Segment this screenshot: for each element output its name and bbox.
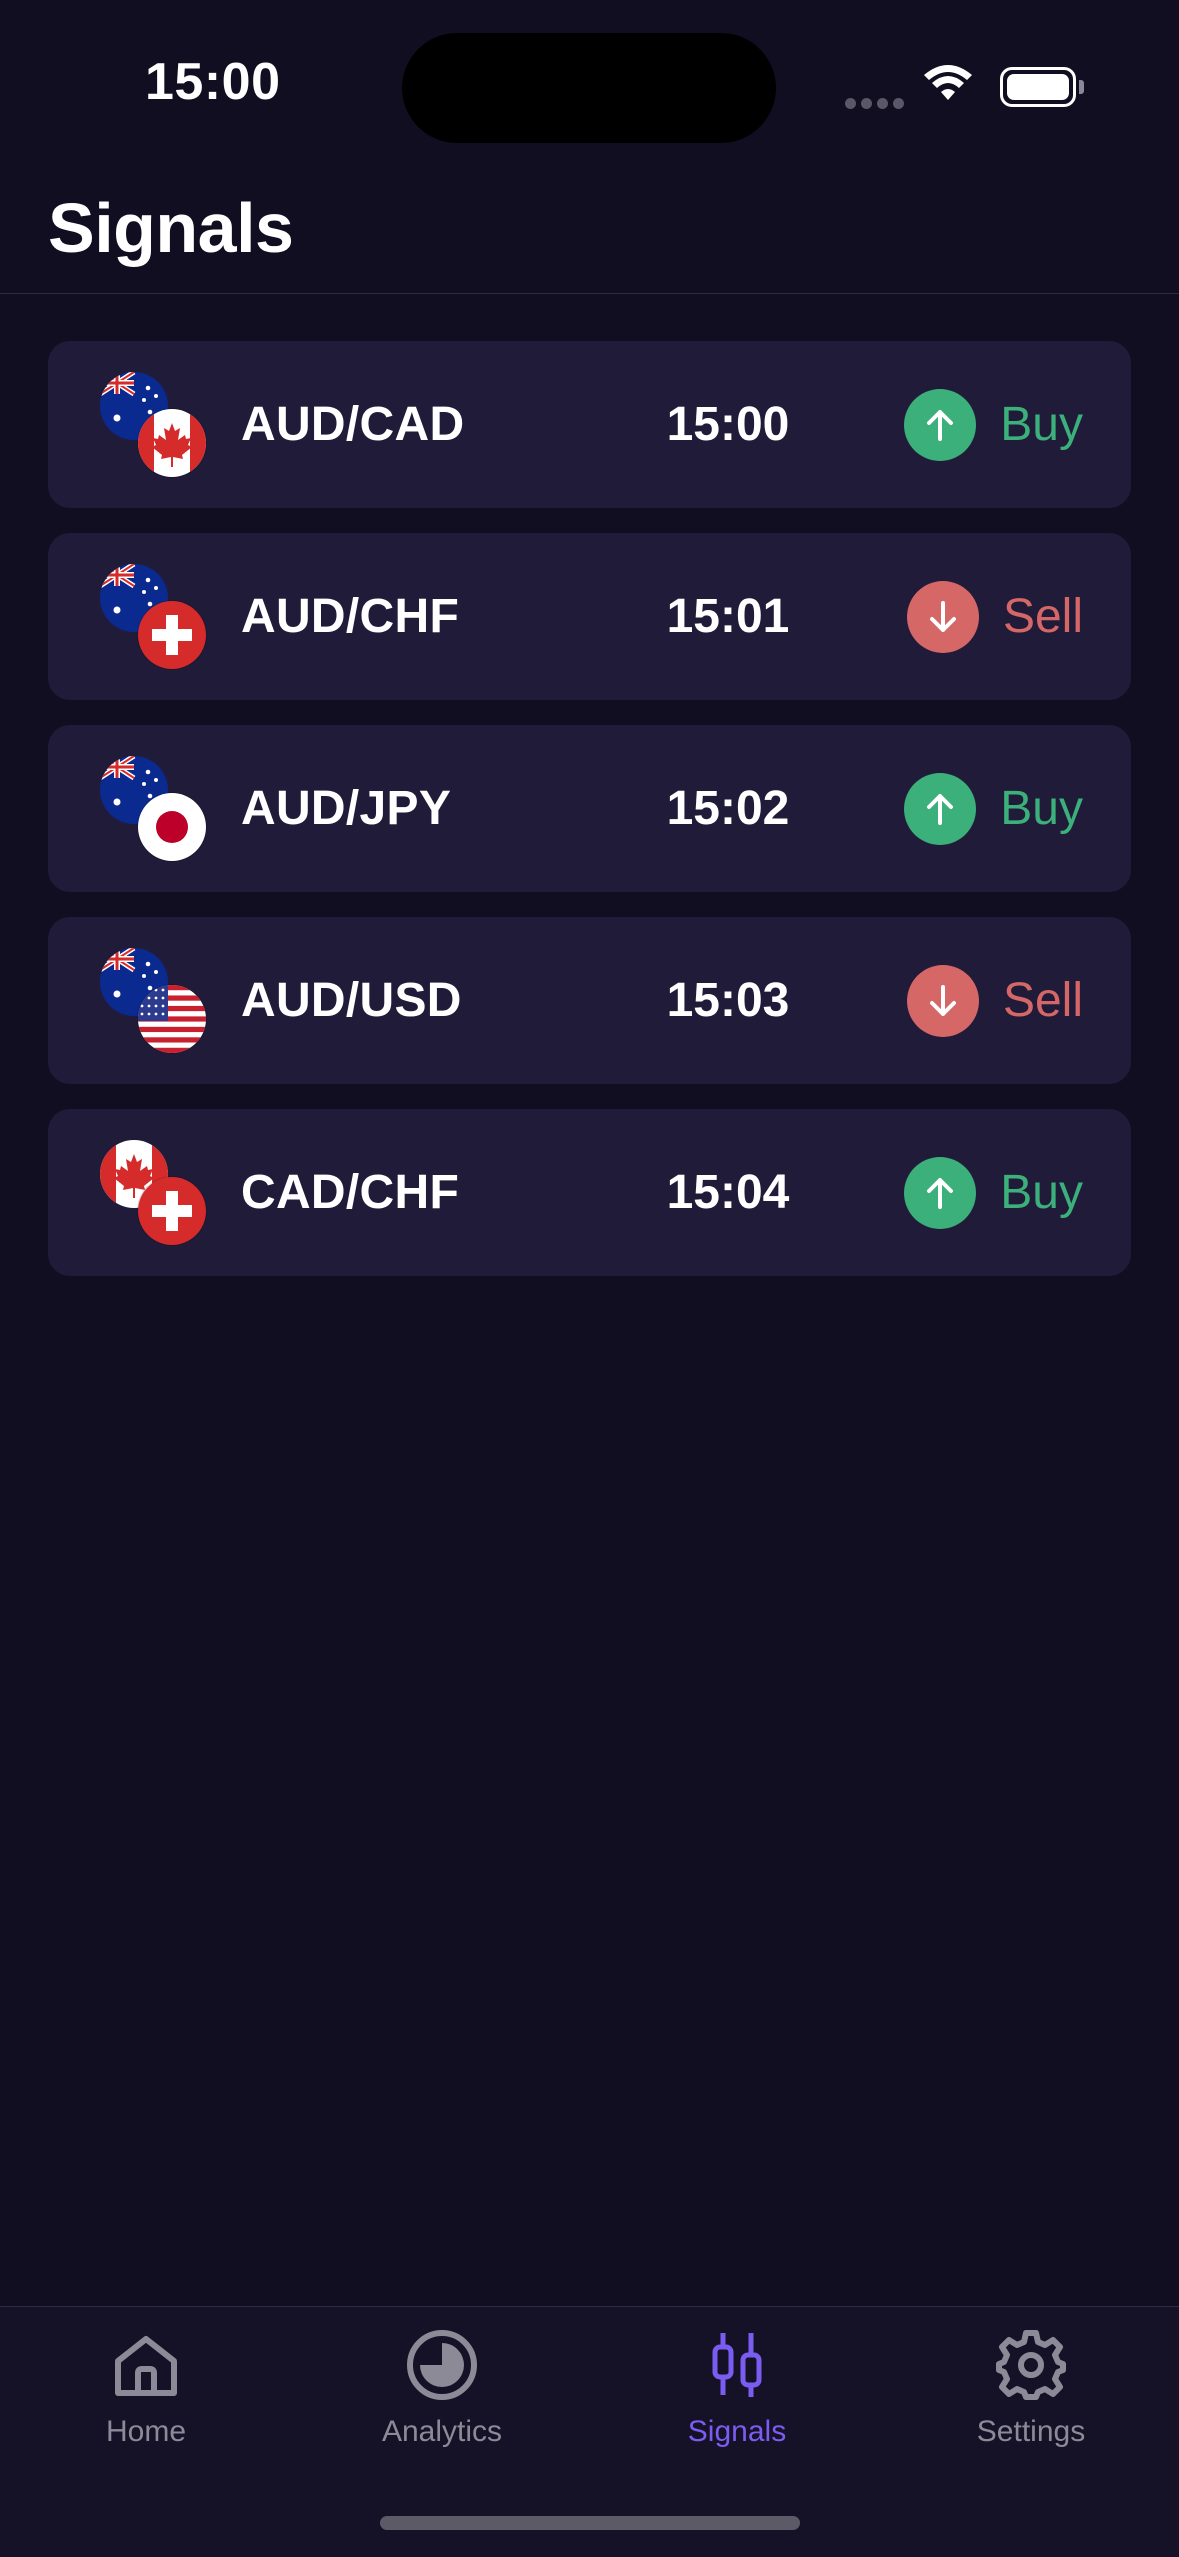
usa-flag-icon — [138, 985, 206, 1053]
currency-flags — [100, 372, 206, 477]
direction-label: Sell — [1002, 974, 1083, 1027]
analytics-icon — [407, 2330, 477, 2400]
currency-flags — [100, 1140, 206, 1245]
signal-time: 15:03 — [666, 974, 790, 1027]
cellular-signal-icon — [845, 96, 909, 114]
currency-pair: AUD/CHF — [241, 590, 460, 643]
battery-cap — [1079, 80, 1084, 94]
currency-flags — [100, 756, 206, 861]
signal-card[interactable]: AUD/JPY 15:02 Buy — [48, 725, 1131, 892]
direction-label: Buy — [1000, 782, 1083, 835]
page-title: Signals — [48, 189, 294, 267]
tab-analytics[interactable]: Analytics — [342, 2327, 542, 2449]
japan-flag-icon — [138, 793, 206, 861]
tab-settings-label: Settings — [976, 2415, 1086, 2448]
signal-direction: Sell — [906, 533, 1083, 700]
currency-pair: AUD/CAD — [241, 398, 465, 451]
wifi-icon — [924, 65, 972, 100]
battery-icon — [1000, 67, 1076, 107]
direction-badge — [904, 1156, 977, 1229]
direction-label: Buy — [1000, 398, 1083, 451]
arrow-up-icon — [927, 1177, 954, 1209]
switzerland-flag-icon — [138, 1177, 206, 1245]
home-indicator — [380, 2516, 800, 2530]
tab-analytics-label: Analytics — [381, 2415, 503, 2448]
signal-direction: Buy — [904, 1109, 1083, 1276]
direction-label: Sell — [1002, 590, 1083, 643]
arrow-down-icon — [929, 600, 956, 632]
direction-badge — [906, 964, 979, 1037]
direction-badge — [904, 388, 977, 461]
signal-card[interactable]: AUD/USD 15:03 Sell — [48, 917, 1131, 1084]
gear-icon — [996, 2330, 1066, 2400]
arrow-up-icon — [927, 793, 954, 825]
currency-pair: CAD/CHF — [241, 1166, 460, 1219]
arrow-down-icon — [929, 984, 956, 1016]
canada-flag-icon — [138, 409, 206, 477]
signal-time: 15:02 — [666, 782, 790, 835]
candlestick-icon — [712, 2333, 762, 2397]
switzerland-flag-icon — [138, 601, 206, 669]
signal-time: 15:04 — [666, 1166, 790, 1219]
status-bar: 15:00 — [0, 0, 1179, 170]
tab-home-label: Home — [105, 2415, 187, 2448]
tab-home[interactable]: Home — [46, 2327, 246, 2449]
arrow-up-icon — [927, 409, 954, 441]
home-icon — [115, 2336, 177, 2396]
signal-card[interactable]: CAD/CHF 15:04 Buy — [48, 1109, 1131, 1276]
currency-pair: AUD/USD — [241, 974, 462, 1027]
direction-label: Buy — [1000, 1166, 1083, 1219]
signal-direction: Buy — [904, 341, 1083, 508]
signal-list: AUD/CAD 15:00 Buy AUD/CHF 15:01 Sell AUD/JPY 15… — [48, 341, 1131, 1301]
tab-signals[interactable]: Signals — [637, 2327, 837, 2449]
signal-time: 15:00 — [666, 398, 790, 451]
status-time: 15:00 — [145, 53, 281, 111]
tab-signals-label: Signals — [687, 2415, 787, 2448]
signal-card[interactable]: AUD/CAD 15:00 Buy — [48, 341, 1131, 508]
signal-direction: Sell — [906, 917, 1083, 1084]
tab-settings[interactable]: Settings — [931, 2327, 1131, 2449]
currency-flags — [100, 564, 206, 669]
signal-time: 15:01 — [666, 590, 790, 643]
direction-badge — [906, 580, 979, 653]
dynamic-island — [402, 33, 776, 143]
direction-badge — [904, 772, 977, 845]
currency-flags — [100, 948, 206, 1053]
currency-pair: AUD/JPY — [241, 782, 452, 835]
signal-direction: Buy — [904, 725, 1083, 892]
signal-card[interactable]: AUD/CHF 15:01 Sell — [48, 533, 1131, 700]
header-divider — [0, 293, 1179, 294]
